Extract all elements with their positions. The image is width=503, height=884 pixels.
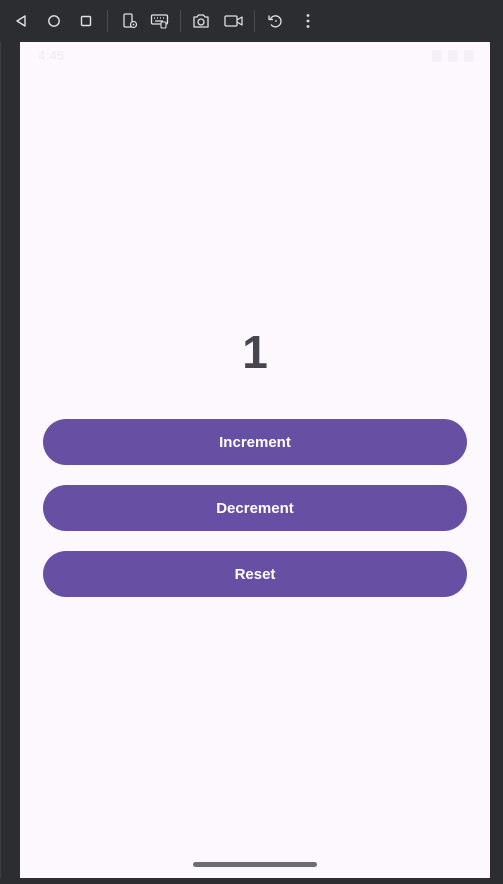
emulator-frame-left <box>0 42 20 884</box>
back-icon[interactable] <box>9 9 33 33</box>
overview-icon[interactable] <box>74 9 98 33</box>
emulator-frame-bottom <box>0 878 503 884</box>
home-icon[interactable] <box>42 9 66 33</box>
more-options-icon[interactable] <box>296 9 320 33</box>
video-record-icon[interactable] <box>222 9 246 33</box>
decrement-button[interactable]: Decrement <box>43 485 467 531</box>
reset-button-label: Reset <box>234 565 276 583</box>
counter-value: 1 <box>242 326 268 378</box>
camera-icon[interactable] <box>189 9 213 33</box>
emulator-frame-right <box>490 42 503 884</box>
device-settings-icon[interactable] <box>118 9 142 33</box>
emulator-toolbar <box>0 0 503 42</box>
device-screen: 4:45 1 Increment Decrement Reset <box>20 42 490 878</box>
wifi-icon <box>432 50 442 62</box>
status-bar: 4:45 <box>20 42 490 70</box>
decrement-button-label: Decrement <box>216 499 294 517</box>
battery-icon <box>464 50 474 62</box>
status-icons <box>432 50 474 62</box>
rotate-icon[interactable] <box>263 9 287 33</box>
increment-button[interactable]: Increment <box>43 419 467 465</box>
gesture-home-indicator[interactable] <box>193 862 317 867</box>
increment-button-label: Increment <box>219 433 291 451</box>
signal-icon <box>448 50 458 62</box>
reset-button[interactable]: Reset <box>43 551 467 597</box>
keyboard-icon[interactable] <box>148 9 172 33</box>
status-time: 4:45 <box>38 48 65 63</box>
